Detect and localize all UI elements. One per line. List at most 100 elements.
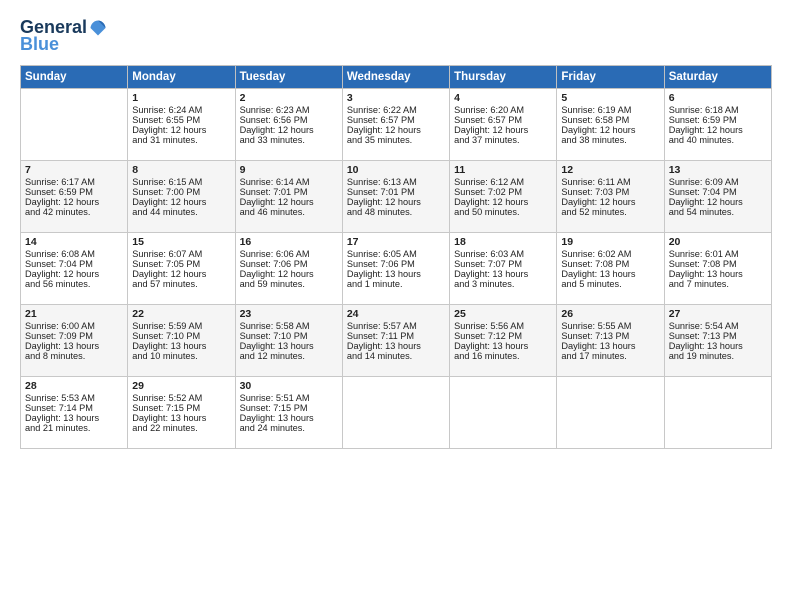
cell-line: Sunrise: 5:59 AM — [132, 321, 230, 331]
cell-line: Sunrise: 6:13 AM — [347, 177, 445, 187]
week-row: 7Sunrise: 6:17 AMSunset: 6:59 PMDaylight… — [21, 160, 772, 232]
cell-line: and 38 minutes. — [561, 135, 659, 145]
cell-line: Daylight: 13 hours — [347, 341, 445, 351]
day-number: 14 — [25, 236, 123, 248]
day-number: 21 — [25, 308, 123, 320]
cell-line: Daylight: 13 hours — [25, 341, 123, 351]
col-header-wednesday: Wednesday — [342, 65, 449, 88]
cell-line: Sunset: 7:15 PM — [132, 403, 230, 413]
day-number: 3 — [347, 92, 445, 104]
day-number: 16 — [240, 236, 338, 248]
cell-line: and 3 minutes. — [454, 279, 552, 289]
col-header-thursday: Thursday — [450, 65, 557, 88]
cell-line: Sunrise: 6:11 AM — [561, 177, 659, 187]
cell-line: Sunrise: 5:55 AM — [561, 321, 659, 331]
cell-line: Daylight: 12 hours — [347, 197, 445, 207]
cell-line: and 44 minutes. — [132, 207, 230, 217]
calendar-cell: 9Sunrise: 6:14 AMSunset: 7:01 PMDaylight… — [235, 160, 342, 232]
day-number: 29 — [132, 380, 230, 392]
day-number: 5 — [561, 92, 659, 104]
day-number: 10 — [347, 164, 445, 176]
week-row: 21Sunrise: 6:00 AMSunset: 7:09 PMDayligh… — [21, 304, 772, 376]
cell-line: Daylight: 12 hours — [669, 125, 767, 135]
calendar-cell: 14Sunrise: 6:08 AMSunset: 7:04 PMDayligh… — [21, 232, 128, 304]
day-number: 15 — [132, 236, 230, 248]
cell-line: Sunset: 6:59 PM — [25, 187, 123, 197]
week-row: 1Sunrise: 6:24 AMSunset: 6:55 PMDaylight… — [21, 88, 772, 160]
cell-line: Sunrise: 6:00 AM — [25, 321, 123, 331]
cell-line: and 14 minutes. — [347, 351, 445, 361]
cell-line: and 21 minutes. — [25, 423, 123, 433]
day-number: 9 — [240, 164, 338, 176]
cell-line: Daylight: 13 hours — [132, 341, 230, 351]
cell-line: Sunrise: 5:56 AM — [454, 321, 552, 331]
cell-line: Daylight: 13 hours — [347, 269, 445, 279]
day-number: 11 — [454, 164, 552, 176]
cell-line: Daylight: 12 hours — [669, 197, 767, 207]
cell-line: Sunset: 7:12 PM — [454, 331, 552, 341]
day-number: 12 — [561, 164, 659, 176]
cell-line: Sunset: 7:10 PM — [240, 331, 338, 341]
cell-line: and 8 minutes. — [25, 351, 123, 361]
cell-line: Sunset: 7:08 PM — [561, 259, 659, 269]
cell-line: Sunrise: 5:53 AM — [25, 393, 123, 403]
calendar-cell: 25Sunrise: 5:56 AMSunset: 7:12 PMDayligh… — [450, 304, 557, 376]
day-number: 13 — [669, 164, 767, 176]
cell-line: Daylight: 12 hours — [25, 269, 123, 279]
cell-line: Sunrise: 6:14 AM — [240, 177, 338, 187]
calendar-cell: 17Sunrise: 6:05 AMSunset: 7:06 PMDayligh… — [342, 232, 449, 304]
week-row: 14Sunrise: 6:08 AMSunset: 7:04 PMDayligh… — [21, 232, 772, 304]
cell-line: and 57 minutes. — [132, 279, 230, 289]
cell-line: and 46 minutes. — [240, 207, 338, 217]
cell-line: Sunset: 7:04 PM — [669, 187, 767, 197]
cell-line: Sunset: 7:06 PM — [240, 259, 338, 269]
calendar-cell: 23Sunrise: 5:58 AMSunset: 7:10 PMDayligh… — [235, 304, 342, 376]
cell-line: and 24 minutes. — [240, 423, 338, 433]
cell-line: Sunset: 7:04 PM — [25, 259, 123, 269]
cell-line: Daylight: 13 hours — [454, 341, 552, 351]
calendar-cell: 2Sunrise: 6:23 AMSunset: 6:56 PMDaylight… — [235, 88, 342, 160]
cell-line: and 40 minutes. — [669, 135, 767, 145]
calendar-table: SundayMondayTuesdayWednesdayThursdayFrid… — [20, 65, 772, 449]
cell-line: and 37 minutes. — [454, 135, 552, 145]
cell-line: Sunrise: 6:07 AM — [132, 249, 230, 259]
cell-line: Sunrise: 6:03 AM — [454, 249, 552, 259]
cell-line: and 52 minutes. — [561, 207, 659, 217]
cell-line: and 1 minute. — [347, 279, 445, 289]
day-number: 28 — [25, 380, 123, 392]
day-number: 25 — [454, 308, 552, 320]
day-number: 20 — [669, 236, 767, 248]
cell-line: Sunset: 7:01 PM — [347, 187, 445, 197]
cell-line: Sunset: 7:13 PM — [561, 331, 659, 341]
cell-line: and 16 minutes. — [454, 351, 552, 361]
cell-line: Daylight: 12 hours — [132, 269, 230, 279]
calendar-cell: 22Sunrise: 5:59 AMSunset: 7:10 PMDayligh… — [128, 304, 235, 376]
logo-icon — [89, 19, 107, 37]
cell-line: Sunrise: 6:02 AM — [561, 249, 659, 259]
cell-line: Sunrise: 5:57 AM — [347, 321, 445, 331]
cell-line: Sunset: 6:59 PM — [669, 115, 767, 125]
cell-line: Daylight: 12 hours — [25, 197, 123, 207]
cell-line: Sunset: 7:09 PM — [25, 331, 123, 341]
cell-line: Sunrise: 6:06 AM — [240, 249, 338, 259]
calendar-cell: 11Sunrise: 6:12 AMSunset: 7:02 PMDayligh… — [450, 160, 557, 232]
cell-line: Sunset: 7:15 PM — [240, 403, 338, 413]
calendar-cell: 27Sunrise: 5:54 AMSunset: 7:13 PMDayligh… — [664, 304, 771, 376]
cell-line: and 10 minutes. — [132, 351, 230, 361]
day-number: 27 — [669, 308, 767, 320]
col-header-monday: Monday — [128, 65, 235, 88]
cell-line: Daylight: 12 hours — [561, 197, 659, 207]
calendar-cell: 21Sunrise: 6:00 AMSunset: 7:09 PMDayligh… — [21, 304, 128, 376]
calendar-cell: 7Sunrise: 6:17 AMSunset: 6:59 PMDaylight… — [21, 160, 128, 232]
cell-line: Sunset: 6:55 PM — [132, 115, 230, 125]
cell-line: Sunrise: 5:52 AM — [132, 393, 230, 403]
col-header-tuesday: Tuesday — [235, 65, 342, 88]
cell-line: Sunrise: 6:09 AM — [669, 177, 767, 187]
calendar-cell: 4Sunrise: 6:20 AMSunset: 6:57 PMDaylight… — [450, 88, 557, 160]
day-number: 4 — [454, 92, 552, 104]
cell-line: Sunset: 6:57 PM — [347, 115, 445, 125]
calendar-cell: 8Sunrise: 6:15 AMSunset: 7:00 PMDaylight… — [128, 160, 235, 232]
calendar-cell — [342, 376, 449, 448]
cell-line: Sunrise: 6:19 AM — [561, 105, 659, 115]
cell-line: Sunset: 7:13 PM — [669, 331, 767, 341]
